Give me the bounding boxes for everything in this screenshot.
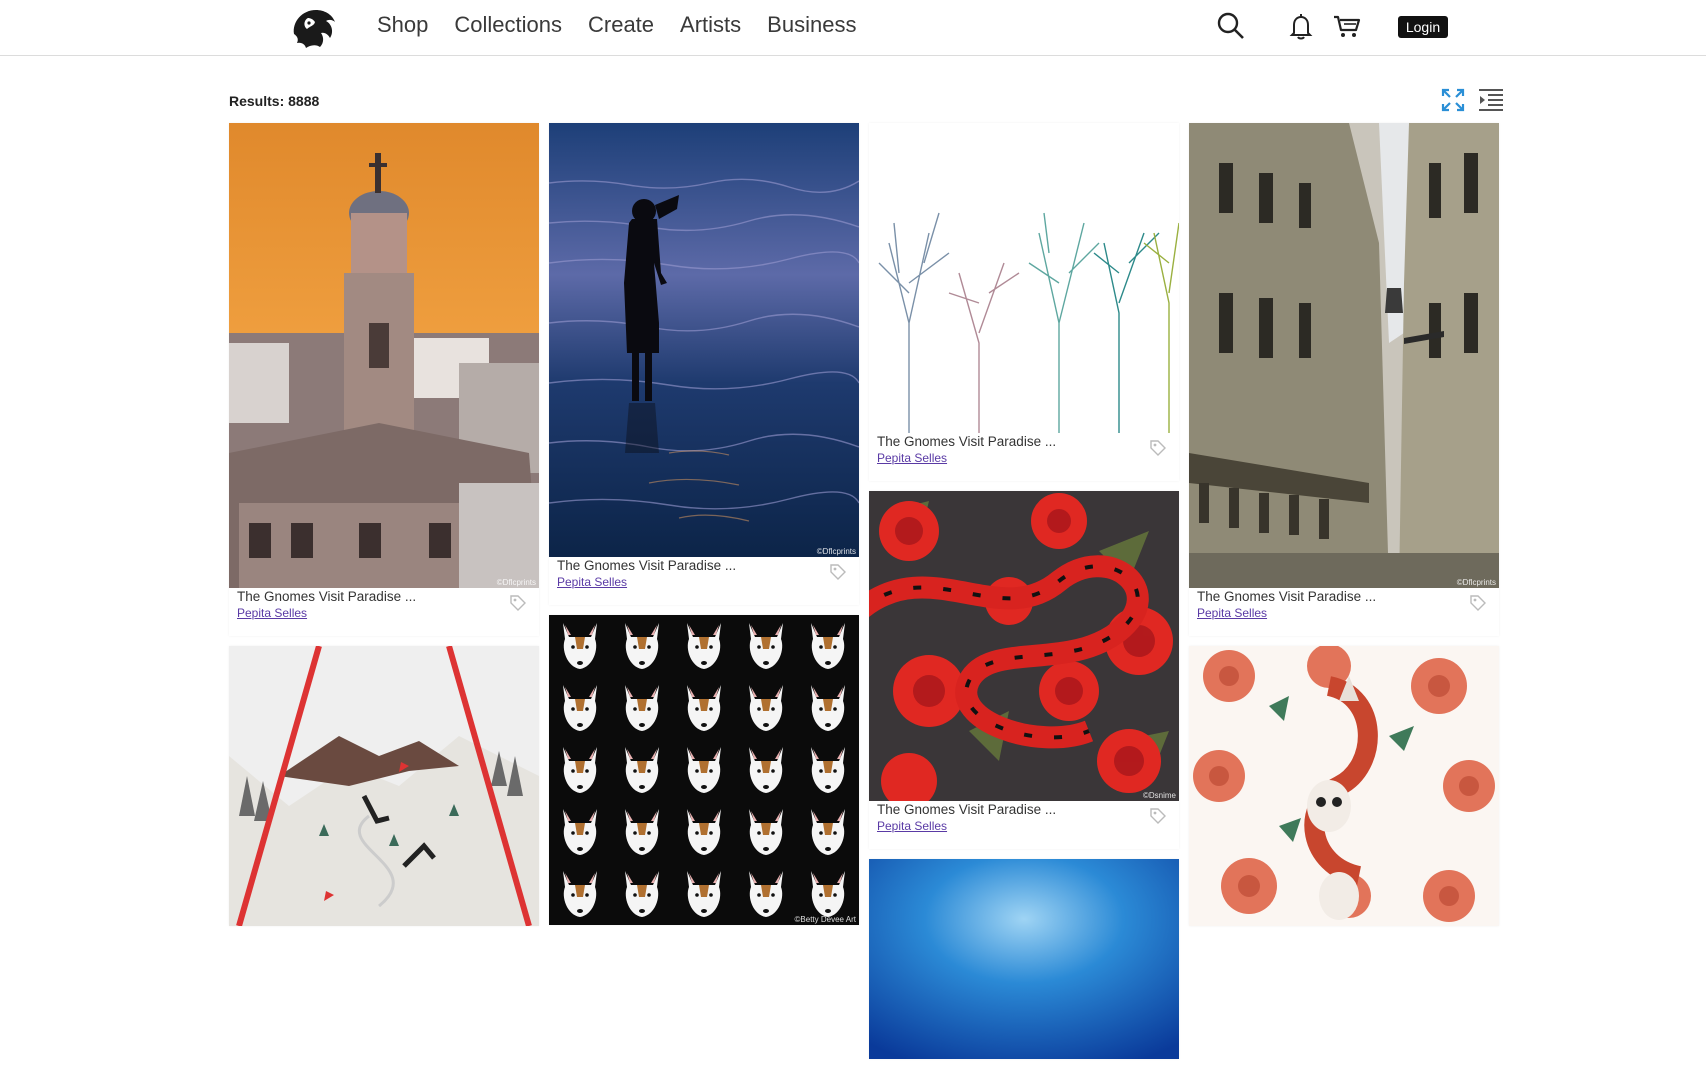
artwork-image[interactable] xyxy=(1189,646,1499,926)
results-count: Results: 8888 xyxy=(229,93,320,109)
card-info: The Gnomes Visit Paradise ... Pepita Sel… xyxy=(1189,588,1499,636)
masonry-column: ©Dflcprints The Gnomes Visit Paradise ..… xyxy=(229,123,539,936)
card-title[interactable]: The Gnomes Visit Paradise ... xyxy=(557,558,851,573)
artwork-card: ©Betty Devee Art xyxy=(549,615,859,925)
artist-link[interactable]: Pepita Selles xyxy=(237,606,307,620)
artist-link[interactable]: Pepita Selles xyxy=(1197,606,1267,620)
artwork-image[interactable]: ©Dflcprints xyxy=(1189,123,1499,588)
nav-artists[interactable]: Artists xyxy=(680,12,741,38)
artwork-card: ©Dflcprints The Gnomes Visit Paradise ..… xyxy=(229,123,539,636)
watermark: ©Dflcprints xyxy=(496,578,536,587)
nav-business[interactable]: Business xyxy=(767,12,856,38)
artwork-card: ©Dflcprints The Gnomes Visit Paradise ..… xyxy=(549,123,859,605)
bell-icon[interactable] xyxy=(1286,11,1316,41)
artwork-image[interactable]: ©Dflcprints xyxy=(229,123,539,588)
fullscreen-expand-icon[interactable] xyxy=(1440,87,1466,113)
cart-icon[interactable] xyxy=(1332,11,1362,41)
masonry-column: The Gnomes Visit Paradise ... Pepita Sel… xyxy=(869,123,1179,1069)
artist-link[interactable]: Pepita Selles xyxy=(557,575,627,589)
watermark: ©Dflcprints xyxy=(816,547,856,556)
search-icon[interactable] xyxy=(1216,11,1246,41)
artist-link[interactable]: Pepita Selles xyxy=(877,819,947,833)
nav-collections[interactable]: Collections xyxy=(454,12,562,38)
artwork-card: ©Dflcprints The Gnomes Visit Paradise ..… xyxy=(1189,123,1499,636)
tag-icon[interactable] xyxy=(829,563,847,581)
tag-icon[interactable] xyxy=(1149,807,1167,825)
nav-create[interactable]: Create xyxy=(588,12,654,38)
masonry-column: ©Dflcprints The Gnomes Visit Paradise ..… xyxy=(549,123,859,935)
artwork-card: ©Dsnime The Gnomes Visit Paradise ... Pe… xyxy=(869,491,1179,849)
artwork-image[interactable]: ©Betty Devee Art xyxy=(549,615,859,925)
card-info: The Gnomes Visit Paradise ... Pepita Sel… xyxy=(549,557,859,605)
card-title[interactable]: The Gnomes Visit Paradise ... xyxy=(877,434,1171,449)
masonry-column: ©Dflcprints The Gnomes Visit Paradise ..… xyxy=(1189,123,1499,936)
logo-ram-icon[interactable] xyxy=(288,4,340,52)
card-title[interactable]: The Gnomes Visit Paradise ... xyxy=(237,589,531,604)
nav-shop[interactable]: Shop xyxy=(377,12,428,38)
card-title[interactable]: The Gnomes Visit Paradise ... xyxy=(1197,589,1491,604)
watermark: ©Dsnime xyxy=(1142,791,1176,800)
artwork-card xyxy=(869,859,1179,1059)
artwork-image[interactable]: ©Dflcprints xyxy=(549,123,859,557)
artwork-image[interactable]: ©Dsnime xyxy=(869,491,1179,801)
artwork-image[interactable] xyxy=(869,859,1179,1059)
main-nav: Shop Collections Create Artists Business xyxy=(377,0,882,50)
card-info: The Gnomes Visit Paradise ... Pepita Sel… xyxy=(869,801,1179,849)
artwork-image[interactable] xyxy=(869,123,1179,433)
card-title[interactable]: The Gnomes Visit Paradise ... xyxy=(877,802,1171,817)
top-bar: Shop Collections Create Artists Business… xyxy=(0,0,1706,56)
card-info: The Gnomes Visit Paradise ... Pepita Sel… xyxy=(229,588,539,636)
list-view-icon[interactable] xyxy=(1478,87,1504,113)
artwork-card xyxy=(1189,646,1499,926)
login-button[interactable]: Login xyxy=(1398,16,1448,38)
watermark: ©Dflcprints xyxy=(1456,578,1496,587)
tag-icon[interactable] xyxy=(509,594,527,612)
tag-icon[interactable] xyxy=(1469,594,1487,612)
tag-icon[interactable] xyxy=(1149,439,1167,457)
artwork-card xyxy=(229,646,539,926)
card-info: The Gnomes Visit Paradise ... Pepita Sel… xyxy=(869,433,1179,481)
artwork-image[interactable] xyxy=(229,646,539,926)
artist-link[interactable]: Pepita Selles xyxy=(877,451,947,465)
artwork-card: The Gnomes Visit Paradise ... Pepita Sel… xyxy=(869,123,1179,481)
